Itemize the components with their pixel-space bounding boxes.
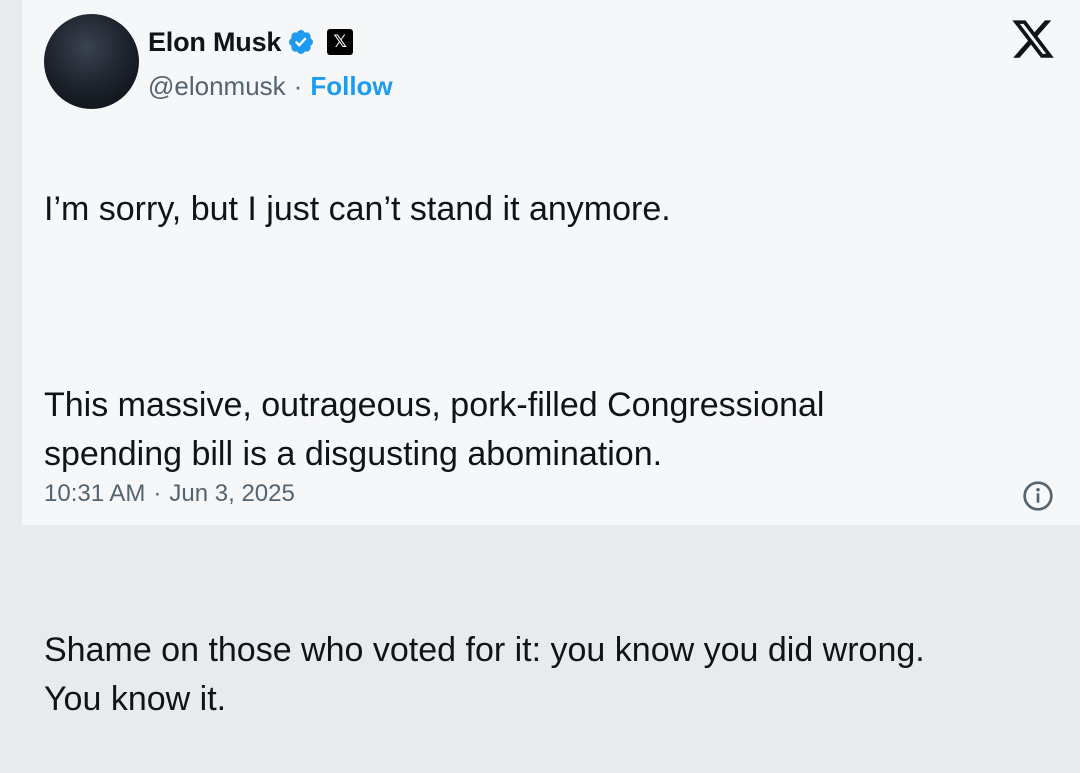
info-icon[interactable] (1022, 480, 1054, 512)
tweet-timestamp[interactable]: 10:31 AM · Jun 3, 2025 (44, 480, 295, 508)
tweet-paragraph: Shame on those who voted for it: you kno… (44, 631, 925, 718)
tweet-card: Elon Musk 𝕏 @elonmusk · Follow I’m sorry… (22, 0, 1080, 718)
tweet-time: 10:31 AM (44, 480, 146, 507)
author-handle[interactable]: @elonmusk (148, 71, 286, 102)
handle-separator: · (293, 70, 303, 101)
tweet-date: Jun 3, 2025 (169, 480, 295, 507)
x-logo-badge-icon: 𝕏 (327, 29, 354, 55)
author-handle-row: @elonmusk · Follow (148, 68, 393, 104)
author-name[interactable]: Elon Musk (148, 27, 281, 58)
verified-badge-icon (289, 30, 314, 54)
avatar[interactable] (44, 14, 139, 109)
tweet-text: I’m sorry, but I just can’t stand it any… (44, 136, 1044, 773)
tweet-paragraph: I’m sorry, but I just can’t stand it any… (44, 190, 671, 228)
x-logo-icon[interactable] (1010, 16, 1056, 62)
author-name-row: Elon Musk 𝕏 (148, 22, 354, 62)
follow-button[interactable]: Follow (310, 71, 392, 102)
timestamp-separator: · (153, 480, 162, 507)
tweet-paragraph: This massive, outrageous, pork-filled Co… (44, 386, 825, 473)
